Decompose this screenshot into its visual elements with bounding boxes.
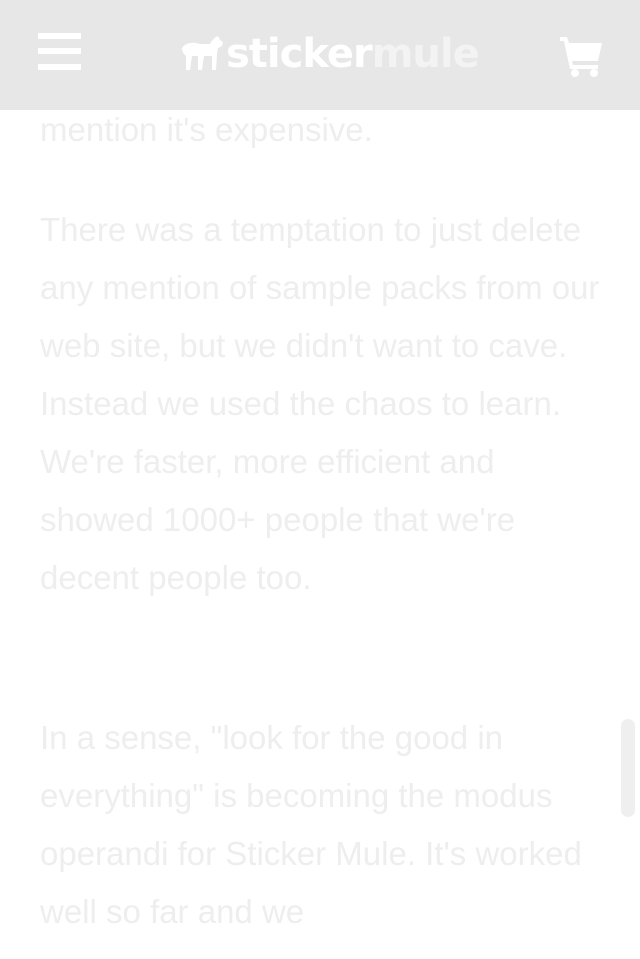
article-paragraph: In a sense, "look for the good in everyt…: [40, 719, 582, 930]
hamburger-menu-icon[interactable]: [38, 33, 82, 71]
shopping-cart-icon[interactable]: [558, 34, 604, 78]
mule-icon: [182, 36, 223, 70]
logo-wordmark: stickermule: [226, 31, 480, 77]
scrollbar-thumb[interactable]: [621, 719, 635, 817]
sticker-mule-logo[interactable]: stickermule: [180, 30, 480, 78]
article-paragraph: There was a temptation to just delete an…: [40, 211, 600, 596]
top-navigation-bar: stickermule: [0, 0, 640, 110]
